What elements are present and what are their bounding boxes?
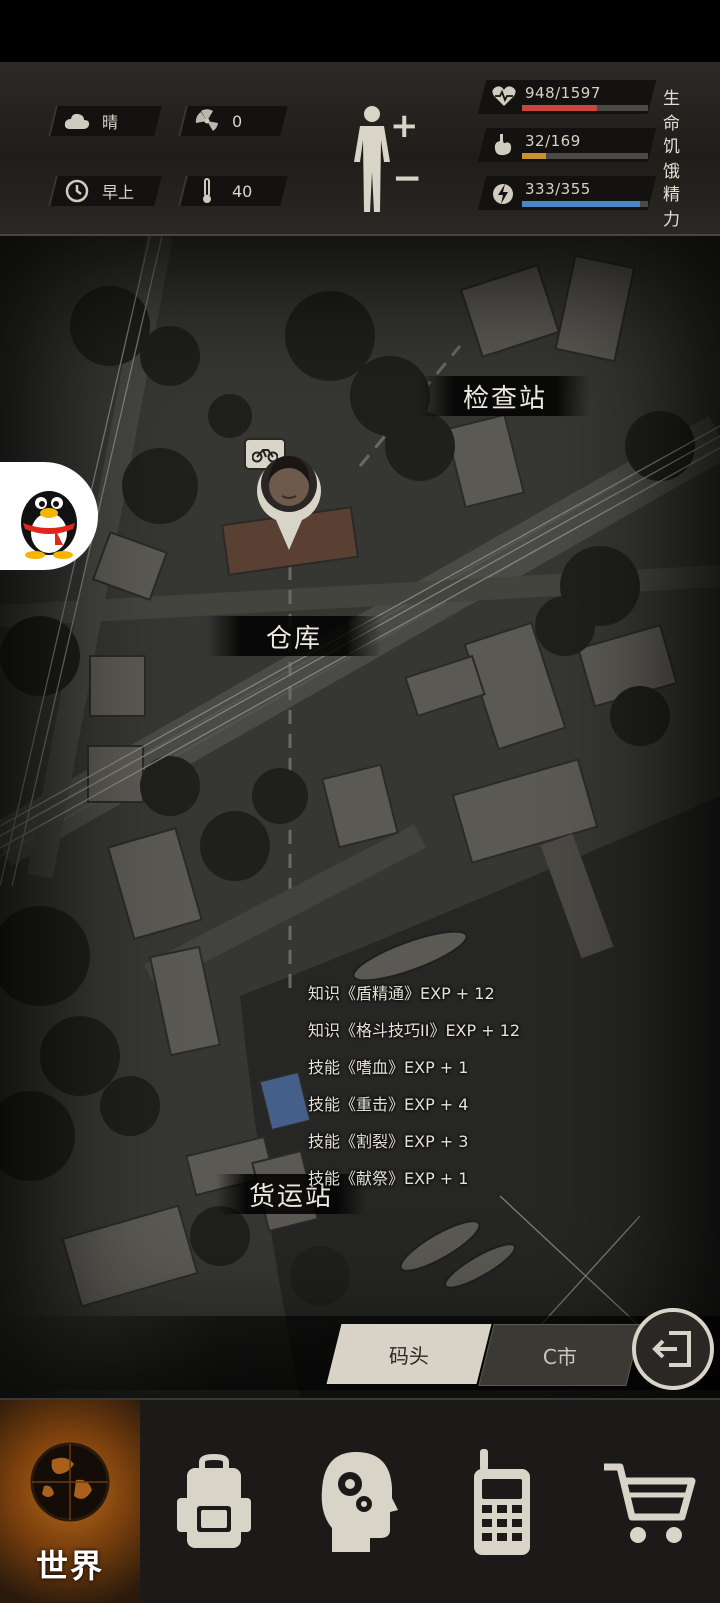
- radiation-chip: 0: [178, 106, 288, 136]
- stomach-icon: [492, 133, 516, 157]
- backpack-icon: [177, 1453, 251, 1548]
- energy-icon: [492, 181, 516, 205]
- time-chip: 早上: [48, 176, 162, 206]
- plus-icon[interactable]: +: [390, 106, 419, 146]
- temperature-value: 40: [232, 181, 253, 201]
- exp-log-line: 技能《重击》EXP + 4: [308, 1095, 469, 1114]
- exp-log: 知识《盾精通》EXP + 12 知识《格斗技巧II》EXP + 12 技能《嗜血…: [308, 980, 520, 1202]
- map-terrain: [0, 236, 720, 1398]
- floating-penguin-widget[interactable]: [0, 462, 98, 570]
- time-value: 早上: [102, 183, 135, 202]
- temperature-chip: 40: [178, 176, 288, 206]
- exp-log-line: 技能《献祭》EXP + 1: [308, 1169, 469, 1188]
- health-label: 生命: [663, 89, 680, 134]
- minus-icon[interactable]: −: [392, 158, 422, 199]
- energy-value: 333/355: [525, 180, 591, 198]
- energy-label: 精力: [663, 185, 680, 230]
- mind-gear-icon: [321, 1451, 398, 1552]
- location-checkpoint[interactable]: 检查站: [420, 376, 590, 416]
- nav-skills[interactable]: [288, 1400, 428, 1603]
- health-value: 948/1597: [525, 84, 601, 102]
- hud-panel: 晴 0 早上 40 + − 948/1597 生命 32/169 饥饿 333/…: [0, 62, 720, 236]
- exit-door-icon: [652, 1331, 691, 1367]
- nav-world[interactable]: 世界: [0, 1400, 140, 1603]
- thermometer-icon: [194, 178, 220, 204]
- energy-stat: 333/355 精力: [477, 176, 692, 230]
- player-location-pin[interactable]: [254, 442, 324, 552]
- heart-icon: [492, 85, 516, 109]
- exp-log-line: 技能《割裂》EXP + 3: [308, 1132, 469, 1151]
- location-warehouse[interactable]: 仓库: [206, 616, 382, 656]
- bottom-nav: 世界: [0, 1398, 720, 1603]
- radiation-icon: [194, 108, 220, 134]
- cloud-icon: [64, 108, 90, 134]
- body-figure-icon[interactable]: [350, 104, 394, 214]
- hunger-value: 32/169: [525, 132, 581, 150]
- penguin-icon: [21, 491, 77, 559]
- hunger-label: 饥饿: [663, 137, 680, 182]
- health-bar: [522, 105, 648, 111]
- world-map[interactable]: [0, 236, 720, 1398]
- weather-chip: 晴: [48, 106, 162, 136]
- clock-icon: [64, 178, 90, 204]
- nav-shop[interactable]: [580, 1400, 720, 1603]
- exp-log-line: 技能《嗜血》EXP + 1: [308, 1058, 469, 1077]
- nav-world-label: 世界: [35, 1547, 104, 1585]
- radiation-value: 0: [232, 111, 243, 131]
- health-stat: 948/1597 生命: [477, 80, 692, 134]
- cart-icon: [604, 1463, 696, 1543]
- radio-icon: [474, 1448, 530, 1555]
- exp-log-line: 知识《格斗技巧II》EXP + 12: [308, 1021, 521, 1040]
- globe-icon: [30, 1442, 110, 1521]
- hunger-stat: 32/169 饥饿: [477, 128, 692, 182]
- weather-value: 晴: [102, 113, 119, 132]
- destination-current-button[interactable]: 码头: [326, 1324, 492, 1384]
- nav-radio[interactable]: [432, 1400, 572, 1603]
- destination-next-button[interactable]: C市: [478, 1324, 642, 1386]
- status-strip: [0, 0, 720, 62]
- energy-bar: [522, 201, 648, 207]
- hunger-bar: [522, 153, 648, 159]
- exp-log-line: 知识《盾精通》EXP + 12: [308, 984, 495, 1003]
- nav-inventory[interactable]: [144, 1400, 284, 1603]
- exit-button[interactable]: [632, 1308, 714, 1390]
